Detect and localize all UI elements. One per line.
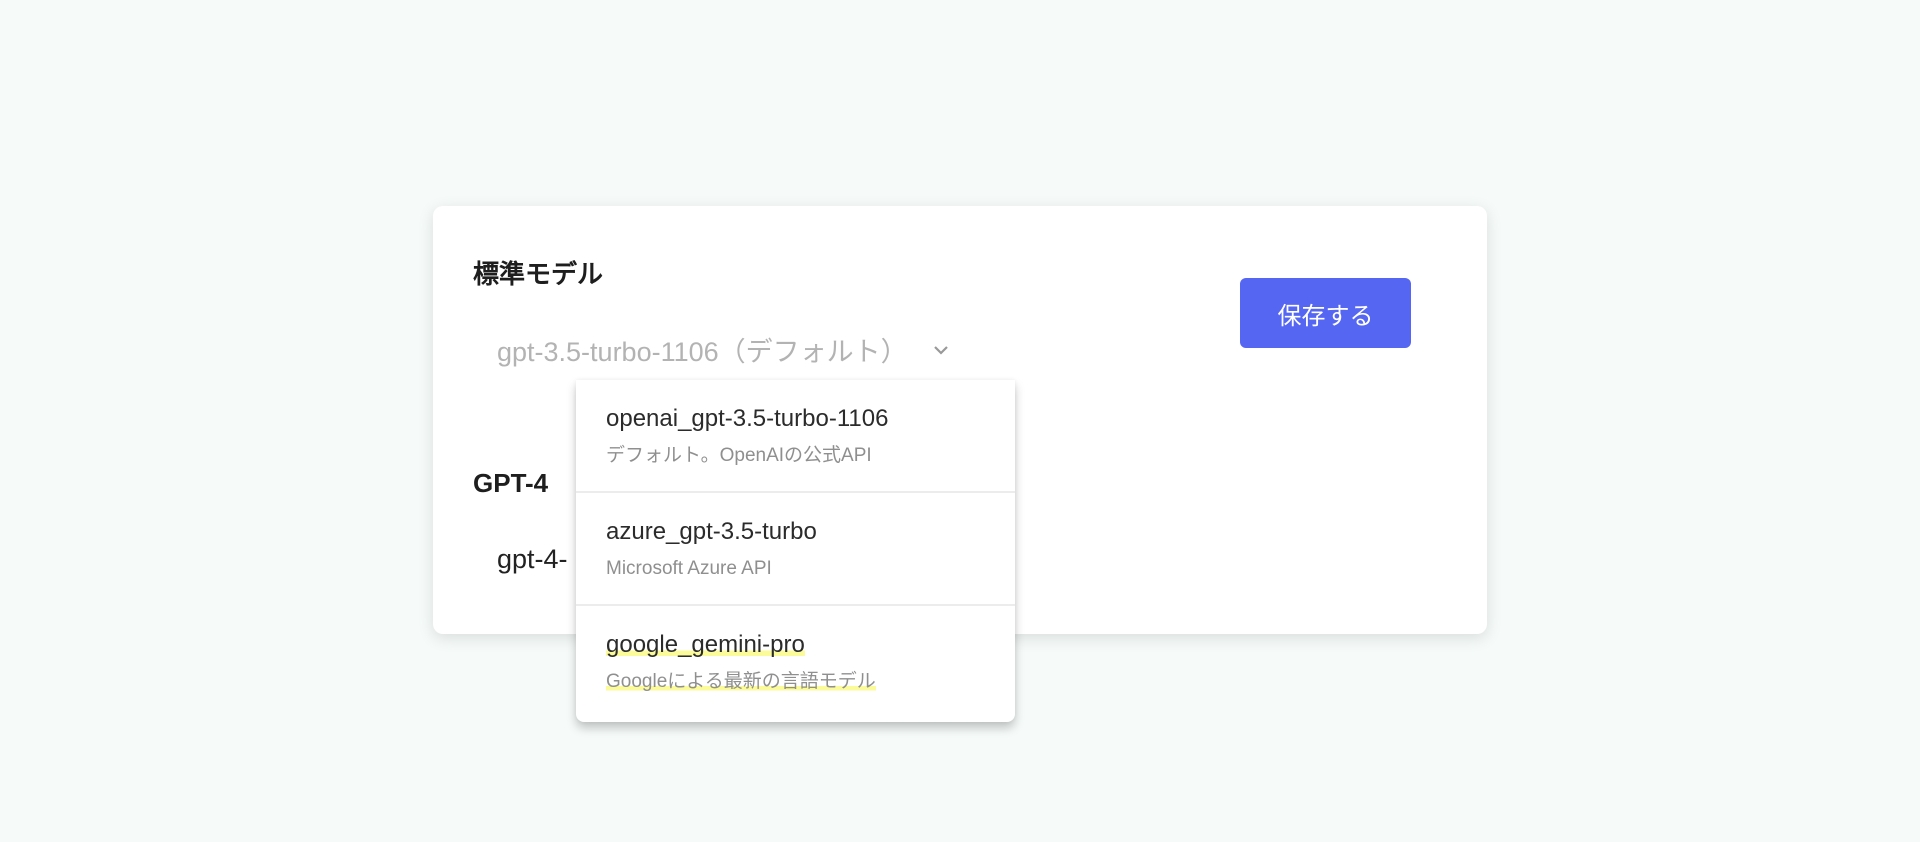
standard-model-label: 標準モデル bbox=[473, 259, 604, 289]
chevron-down-icon bbox=[933, 345, 948, 355]
gpt4-model-value: gpt-4- bbox=[497, 544, 568, 574]
standard-model-select[interactable]: gpt-3.5-turbo-1106（デフォルト） bbox=[497, 330, 952, 369]
dropdown-option-openai[interactable]: openai_gpt-3.5-turbo-1106 デフォルト。OpenAIの公… bbox=[576, 380, 1015, 493]
dropdown-option-azure[interactable]: azure_gpt-3.5-turbo Microsoft Azure API bbox=[576, 493, 1015, 606]
dropdown-option-google[interactable]: google_gemini-pro Googleによる最新の言語モデル bbox=[576, 606, 1015, 719]
save-button[interactable]: 保存する bbox=[1240, 278, 1411, 348]
option-description: Microsoft Azure API bbox=[606, 558, 772, 579]
option-name: azure_gpt-3.5-turbo bbox=[606, 518, 817, 545]
option-description: デフォルト。OpenAIの公式API bbox=[606, 445, 872, 466]
gpt4-model-select[interactable]: gpt-4- bbox=[497, 544, 568, 575]
model-dropdown-menu: openai_gpt-3.5-turbo-1106 デフォルト。OpenAIの公… bbox=[576, 380, 1015, 722]
option-description: Googleによる最新の言語モデル bbox=[606, 671, 876, 692]
option-name: openai_gpt-3.5-turbo-1106 bbox=[606, 405, 889, 432]
option-name: google_gemini-pro bbox=[606, 631, 805, 658]
gpt4-model-label: GPT-4 bbox=[473, 468, 549, 498]
standard-model-value: gpt-3.5-turbo-1106（デフォルト） bbox=[497, 337, 908, 367]
